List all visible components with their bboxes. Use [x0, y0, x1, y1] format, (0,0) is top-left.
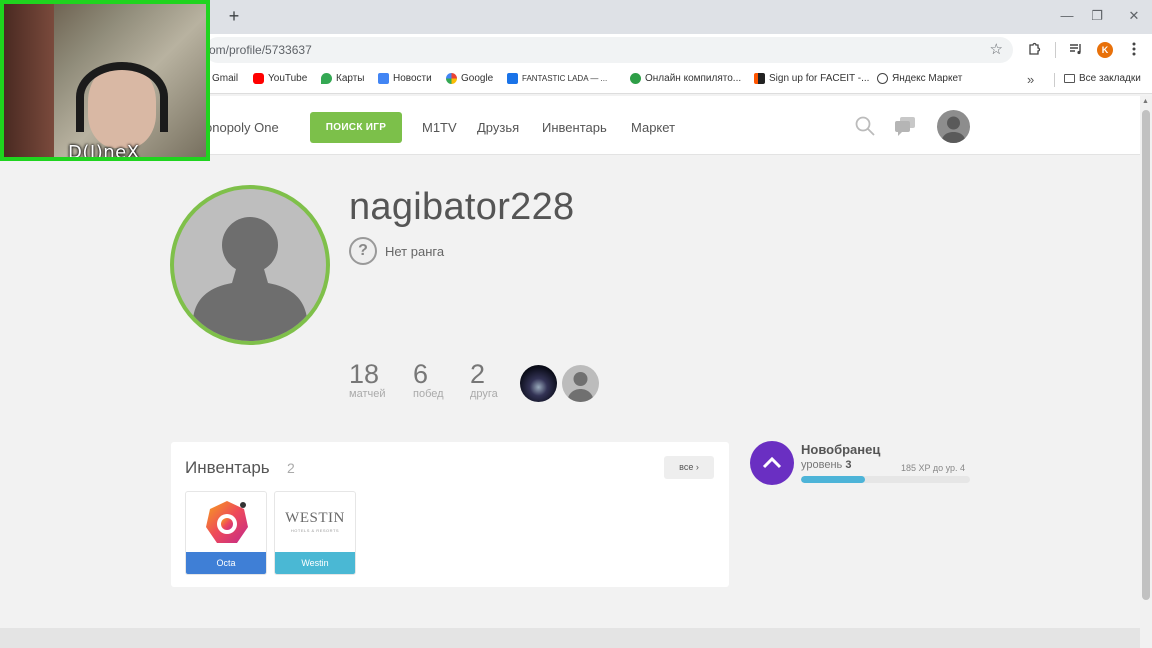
- yandex-market-icon: [877, 73, 888, 84]
- find-game-button[interactable]: ПОИСК ИГР: [310, 112, 402, 143]
- profile-avatar-icon[interactable]: K: [1097, 42, 1113, 58]
- inventory-all-button[interactable]: все ›: [664, 456, 714, 479]
- extensions-icon[interactable]: [1026, 42, 1042, 58]
- bookmark-label: Google: [461, 73, 494, 84]
- chat-icon[interactable]: [894, 116, 916, 136]
- bookmark-youtube[interactable]: YouTube: [253, 73, 307, 84]
- bookmark-online-compiler[interactable]: Онлайн компилято...: [630, 73, 741, 84]
- item-name: Octa: [186, 552, 266, 574]
- inventory-item-westin[interactable]: WESTIN HOTELS & RESORTS Westin: [274, 491, 356, 575]
- stat-label: побед: [413, 388, 444, 400]
- bookmark-yandex-market[interactable]: Яндекс Маркет: [877, 73, 962, 84]
- scroll-up-arrow-icon[interactable]: ▲: [1142, 98, 1149, 105]
- chevron-right-icon: ›: [695, 462, 699, 472]
- folder-icon: [1064, 74, 1075, 83]
- bookmark-maps[interactable]: Карты: [321, 73, 365, 84]
- profile-avatar: [170, 185, 330, 345]
- stat-label: друга: [470, 388, 498, 400]
- toolbar-separator: [1055, 42, 1056, 58]
- inventory-item-octa[interactable]: Octa: [185, 491, 267, 575]
- profile-username: nagibator228: [349, 186, 575, 228]
- level-value: 3: [845, 459, 852, 471]
- news-icon: [378, 73, 389, 84]
- westin-logo: WESTIN: [285, 510, 345, 526]
- bookmark-google[interactable]: Google: [446, 73, 493, 84]
- menu-dots-icon[interactable]: [1126, 42, 1142, 58]
- address-bar[interactable]: om/profile/5733637 ☆: [205, 37, 1013, 63]
- site-brand[interactable]: onopoly One: [205, 120, 279, 135]
- all-bookmarks-label: Все закладки: [1079, 73, 1141, 84]
- nav-inventory[interactable]: Инвентарь: [542, 120, 607, 135]
- inventory-count: 2: [287, 460, 295, 476]
- bookmark-label: Онлайн компилято...: [645, 73, 742, 84]
- user-avatar[interactable]: [937, 110, 970, 143]
- level-chevron-up-icon: [750, 441, 794, 485]
- bookmark-label: Новости: [393, 73, 432, 84]
- footer: [0, 628, 1140, 648]
- google-icon: [446, 73, 457, 84]
- fantastic-icon: [507, 73, 518, 84]
- stat-label: матчей: [349, 388, 386, 400]
- inventory-title: Инвентарь: [185, 458, 270, 477]
- nav-m1tv[interactable]: M1TV: [422, 120, 457, 135]
- level-progress-bar: [801, 476, 970, 483]
- level-progress-fill: [801, 476, 866, 483]
- item-name: Westin: [275, 552, 355, 574]
- compiler-icon: [630, 73, 641, 84]
- new-tab-button[interactable]: +: [224, 6, 244, 26]
- rank-question-icon: ?: [349, 237, 377, 265]
- inventory-card: Инвентарь 2 все › Octa WESTIN HOTELS & R…: [171, 442, 729, 587]
- westin-logo-subtitle: HOTELS & RESORTS: [290, 528, 340, 533]
- page-scrollbar[interactable]: ▲: [1140, 96, 1152, 648]
- stat-value: 2: [470, 359, 486, 389]
- stat-wins[interactable]: 6 побед: [413, 358, 444, 400]
- friend-avatar[interactable]: [562, 365, 599, 402]
- rank-label: Нет ранга: [385, 244, 445, 259]
- url-text[interactable]: om/profile/5733637: [209, 43, 312, 57]
- friend-avatar[interactable]: [520, 365, 557, 402]
- bookmark-fantastic-lada[interactable]: FANTASTIC LADA — ...: [507, 73, 607, 84]
- stat-matches[interactable]: 18 матчей: [349, 358, 385, 400]
- all-button-label: все: [679, 462, 694, 472]
- media-control-icon[interactable]: [1068, 42, 1084, 58]
- scrollbar-thumb[interactable]: [1142, 110, 1150, 600]
- bookmark-label: Gmail: [212, 73, 239, 84]
- search-icon[interactable]: [855, 116, 875, 136]
- bookmark-label: Яндекс Маркет: [892, 73, 963, 84]
- close-window-button[interactable]: ✕: [1124, 8, 1144, 24]
- level-subtitle: уровень 3: [801, 459, 851, 471]
- bookmark-faceit[interactable]: Sign up for FACEIT -...: [754, 73, 869, 84]
- bookmarks-separator: [1054, 73, 1055, 87]
- bookmark-star-icon[interactable]: ☆: [990, 40, 1003, 58]
- streamer-name: D(I)neX: [68, 142, 140, 161]
- bookmark-label: Карты: [336, 73, 365, 84]
- headset-icon: [76, 62, 168, 132]
- bookmark-news[interactable]: Новости: [378, 73, 432, 84]
- bookmarks-overflow-icon[interactable]: »: [1027, 72, 1034, 87]
- stat-value: 6: [413, 359, 429, 389]
- all-bookmarks[interactable]: Все закладки: [1064, 73, 1141, 84]
- webcam-overlay: D(I)neX: [0, 0, 210, 161]
- bookmark-label: Sign up for FACEIT -...: [769, 73, 870, 84]
- bookmark-label: YouTube: [268, 73, 308, 84]
- youtube-icon: [253, 73, 264, 84]
- minimize-button[interactable]: —: [1057, 8, 1077, 23]
- nav-friends[interactable]: Друзья: [477, 120, 519, 135]
- stat-friends[interactable]: 2 друга: [470, 358, 498, 400]
- maps-icon: [321, 73, 332, 84]
- faceit-icon: [754, 73, 765, 84]
- webcam-background: [4, 4, 54, 157]
- maximize-button[interactable]: ❐: [1087, 8, 1107, 24]
- bookmark-label: FANTASTIC LADA — ...: [522, 74, 608, 83]
- octa-logo-icon: [206, 501, 248, 543]
- stat-value: 18: [349, 359, 380, 389]
- level-title: Новобранец: [801, 442, 881, 457]
- level-xp-remaining: 185 XP до ур. 4: [901, 463, 966, 473]
- nav-market[interactable]: Маркет: [631, 120, 675, 135]
- level-label: уровень: [801, 459, 843, 471]
